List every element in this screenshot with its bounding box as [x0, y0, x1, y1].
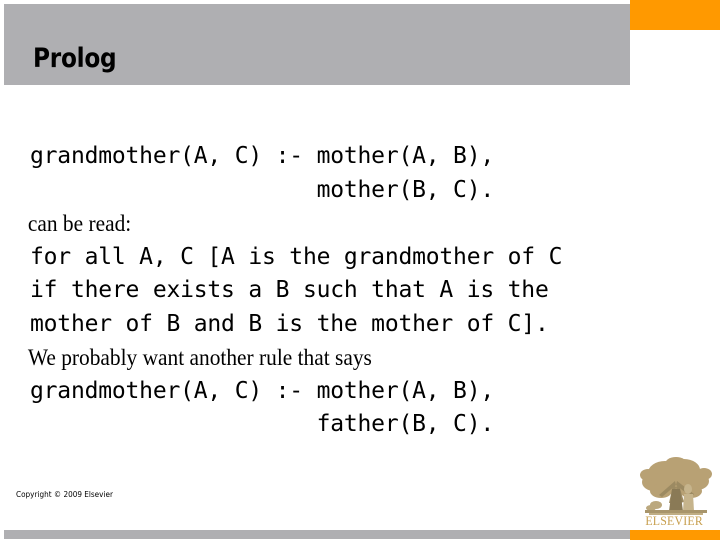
copyright-notice: Copyright © 2009 Elsevier [16, 490, 113, 499]
code-line: grandmother(A, C) :- mother(A, B), [30, 143, 495, 169]
slide-content: grandmother(A, C) :- mother(A, B), mothe… [0, 140, 720, 442]
footer-bar [4, 530, 630, 539]
elsevier-wordmark: ELSEVIER [645, 514, 703, 528]
page-title: Prolog [33, 43, 117, 74]
prose-line: can be read: [27, 211, 132, 236]
code-line: mother of B and B is the mother of C]. [30, 310, 549, 337]
code-line: grandmother(A, C) :- mother(A, B), [30, 377, 495, 404]
code-line: father(B, C). [30, 411, 495, 437]
header-accent-block [630, 0, 720, 30]
footer-accent-bar [630, 530, 720, 540]
code-line: mother(B, C). [30, 176, 495, 203]
code-line: if there exists a B such that A is the [30, 277, 549, 303]
code-line: for all A, C [A is the grandmother of C [30, 243, 563, 270]
prose-line: We probably want another rule that says [27, 345, 372, 370]
